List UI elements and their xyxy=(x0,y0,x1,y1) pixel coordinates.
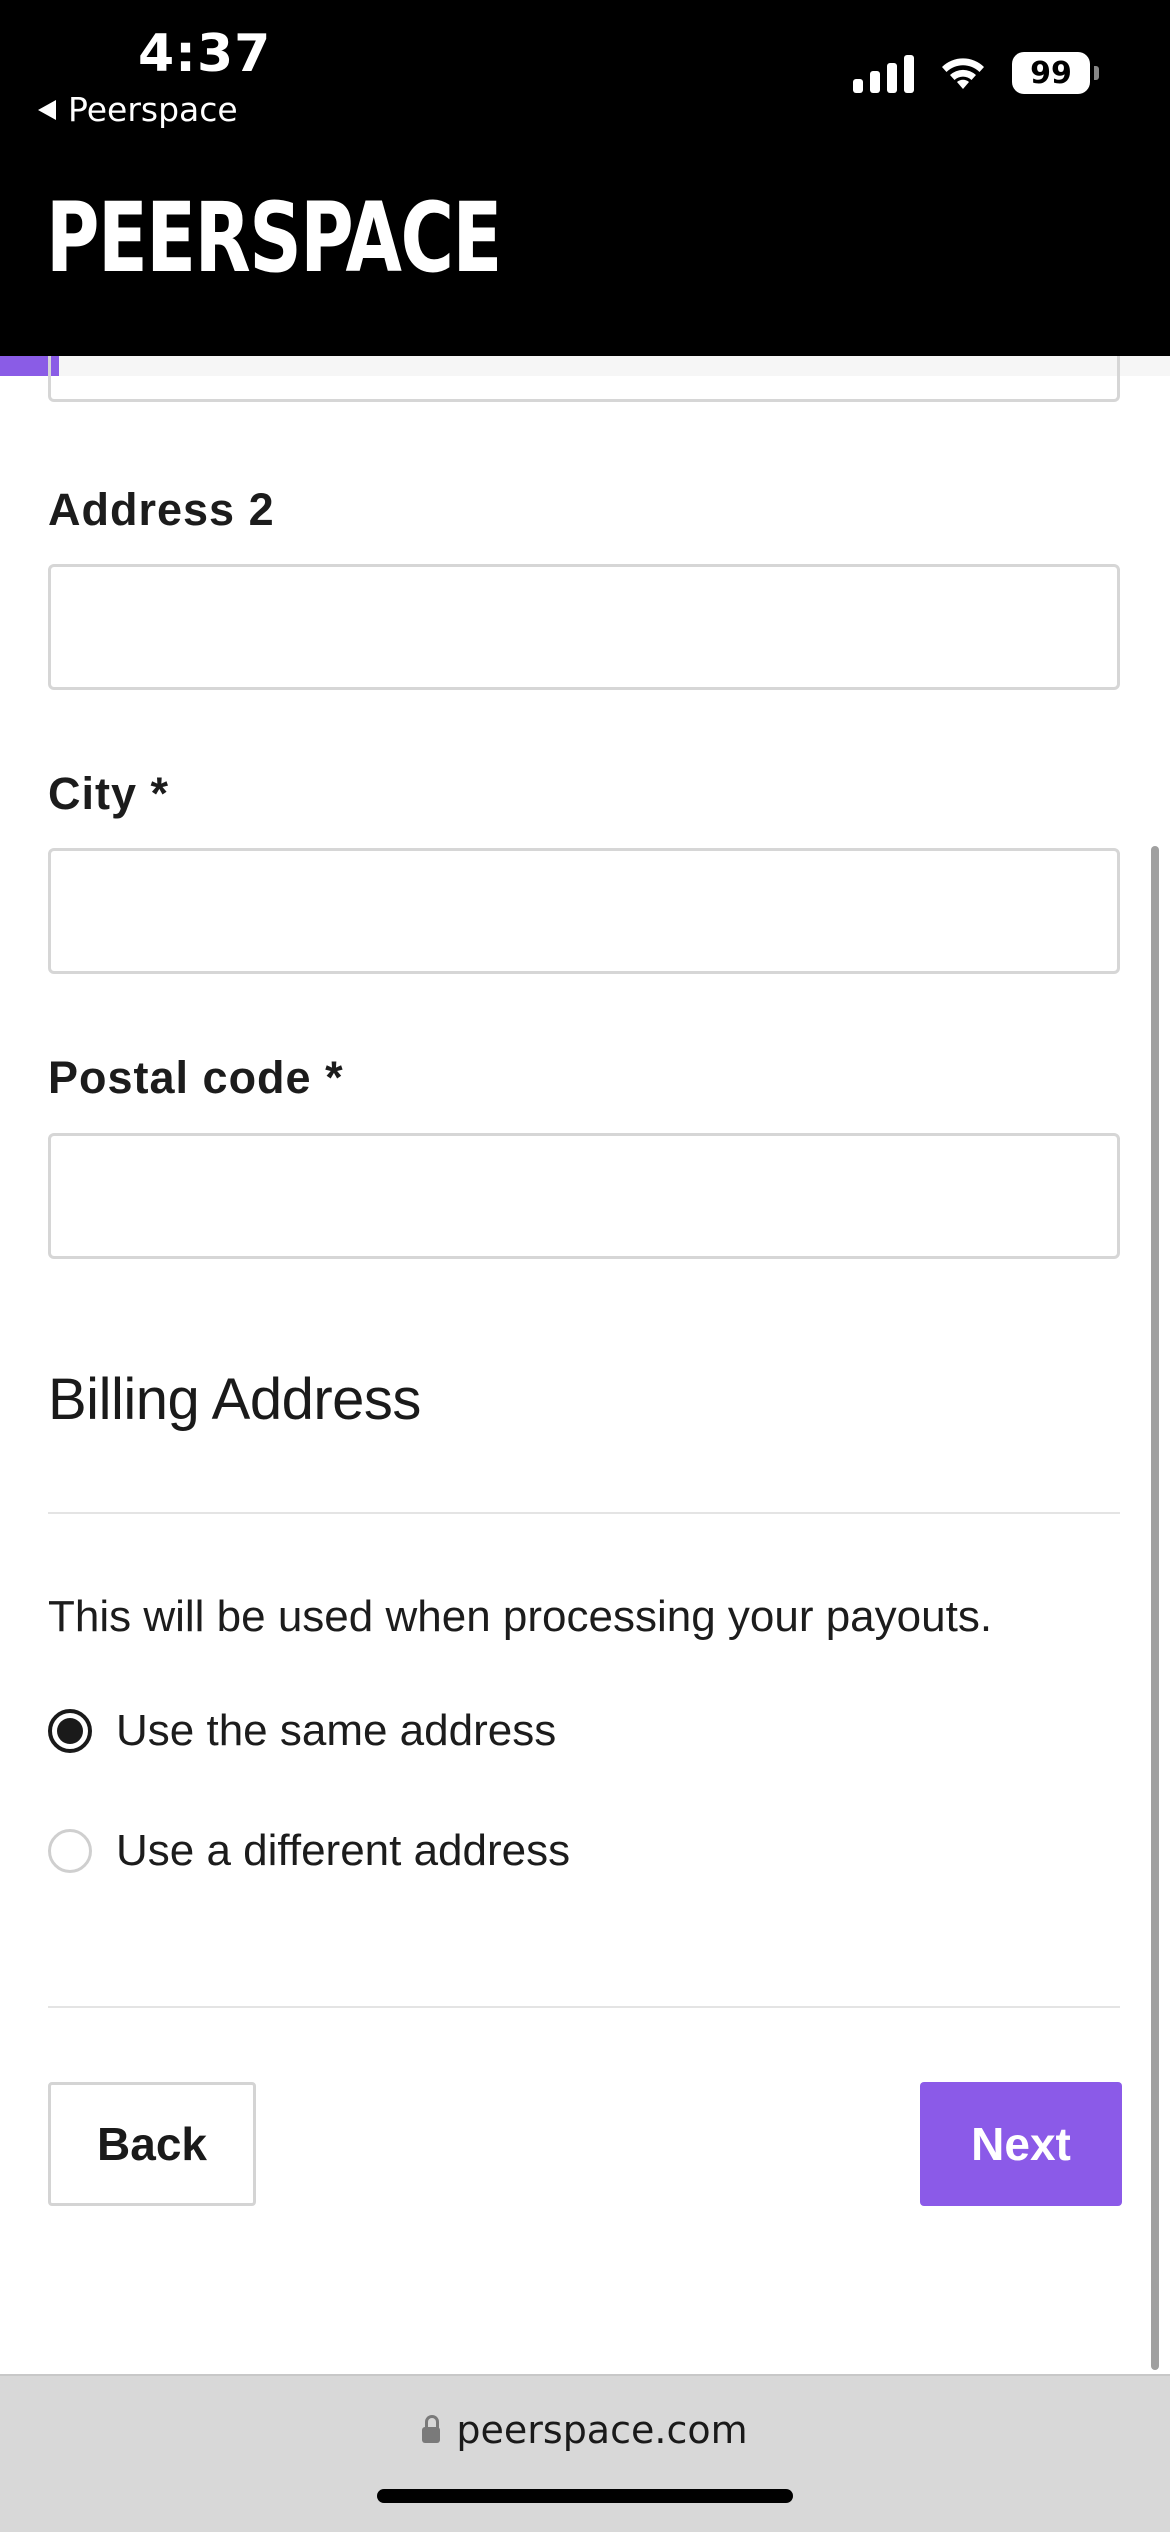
radio-same-address[interactable]: Use the same address xyxy=(48,1706,556,1756)
radio-unselected-icon[interactable] xyxy=(48,1829,92,1873)
back-triangle-icon xyxy=(38,99,56,120)
back-to-app-link[interactable]: Peerspace xyxy=(38,90,238,129)
status-time: 4:37 xyxy=(138,24,272,84)
postal-code-label: Postal code * xyxy=(48,1052,344,1103)
billing-address-heading: Billing Address xyxy=(48,1367,421,1432)
address2-input[interactable] xyxy=(48,564,1120,690)
billing-help-text: This will be used when processing your p… xyxy=(48,1592,993,1641)
page-scrollbar[interactable] xyxy=(1151,846,1159,2370)
app-header: 4:37 Peerspace 99 PEERSPACE xyxy=(0,0,1170,356)
radio-different-address-label: Use a different address xyxy=(116,1826,571,1875)
address2-label: Address 2 xyxy=(48,484,275,535)
radio-selected-icon[interactable] xyxy=(48,1709,92,1753)
radio-different-address[interactable]: Use a different address xyxy=(48,1826,570,1876)
back-app-label: Peerspace xyxy=(68,90,238,129)
url-text: peerspace.com xyxy=(456,2408,748,2452)
back-button[interactable]: Back xyxy=(48,2082,256,2206)
city-input[interactable] xyxy=(48,848,1120,974)
home-indicator[interactable] xyxy=(377,2489,793,2503)
url-display[interactable]: peerspace.com xyxy=(0,2408,1170,2452)
browser-address-bar[interactable]: peerspace.com xyxy=(0,2374,1170,2532)
peerspace-logo[interactable]: PEERSPACE xyxy=(46,188,502,289)
battery-icon: 99 xyxy=(1012,52,1099,94)
address1-input-partial[interactable] xyxy=(48,356,1120,402)
radio-same-address-label: Use the same address xyxy=(116,1706,557,1755)
wifi-icon xyxy=(942,58,984,89)
cellular-signal-icon xyxy=(853,53,914,93)
city-label: City * xyxy=(48,768,170,819)
lock-icon xyxy=(422,2415,441,2443)
status-icons: 99 xyxy=(853,52,1099,94)
section-divider xyxy=(48,1512,1120,1514)
actions-divider xyxy=(48,2006,1120,2008)
postal-code-input[interactable] xyxy=(48,1133,1120,1259)
next-button[interactable]: Next xyxy=(920,2082,1122,2206)
